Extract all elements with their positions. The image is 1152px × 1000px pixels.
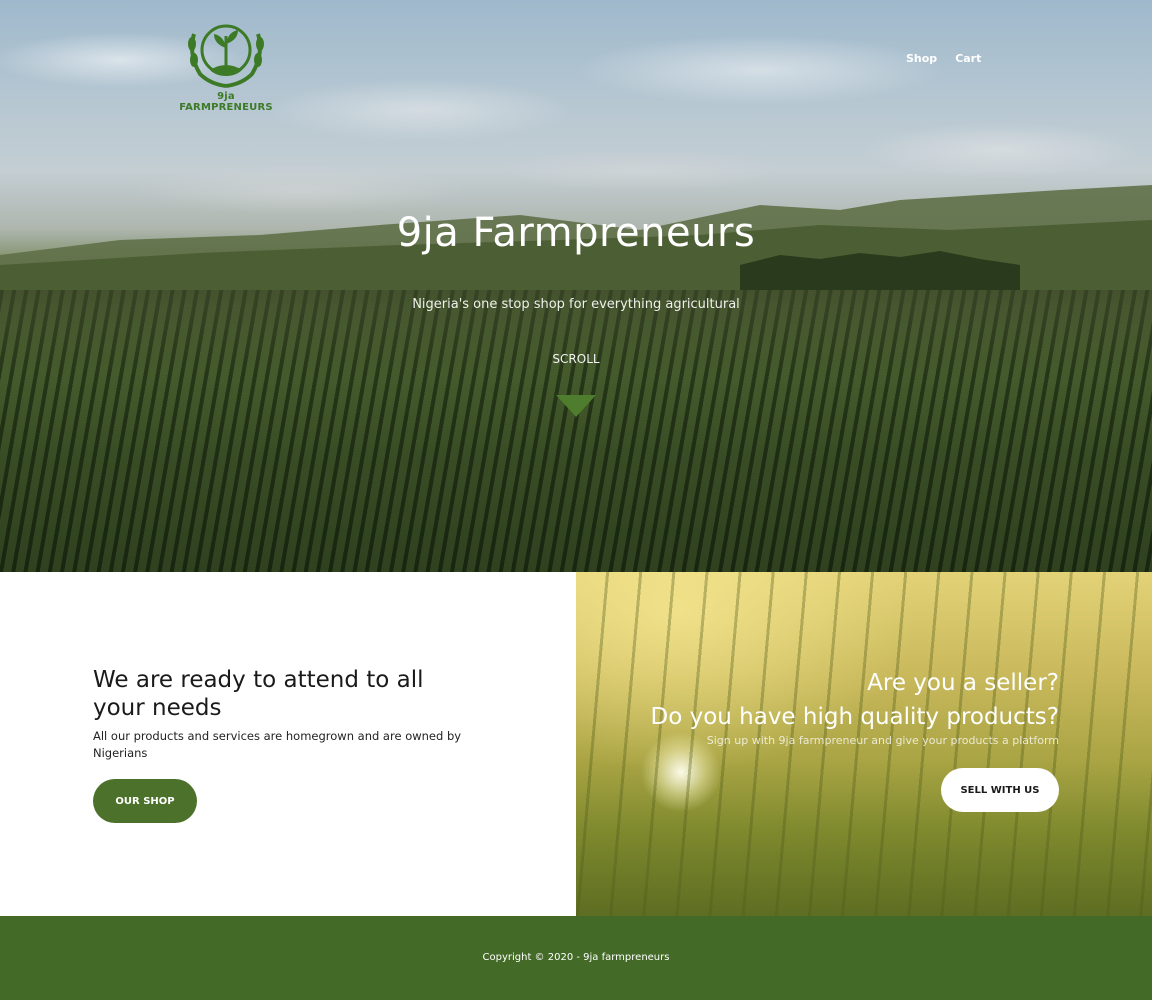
hero-subtitle: Nigeria's one stop shop for everything a… [412, 297, 740, 312]
hero-section: 9ja FARMPRENEURS Shop Cart 9ja Farmprene… [0, 0, 1152, 572]
logo-text: 9ja FARMPRENEURS [179, 91, 273, 113]
seller-heading-line1: Are you a seller? [867, 670, 1059, 696]
seller-heading: Are you a seller? Do you have high quali… [639, 666, 1059, 734]
buyer-heading: We are ready to attend to all your needs [93, 667, 424, 721]
triangle-down-icon[interactable] [556, 395, 596, 417]
buyer-section: We are ready to attend to all your needs… [0, 572, 576, 916]
nav-item-shop[interactable]: Shop [906, 52, 937, 65]
main-nav: Shop Cart [906, 52, 981, 65]
copyright-text: Copyright © 2020 - 9ja farmpreneurs [482, 952, 670, 963]
sell-with-us-button[interactable]: SELL WITH US [941, 768, 1059, 812]
sprout-wreath-icon [188, 24, 264, 88]
seller-section: Are you a seller? Do you have high quali… [576, 572, 1152, 916]
buyer-body-text: All our products and services are homegr… [93, 729, 462, 760]
nav-item-cart[interactable]: Cart [955, 52, 981, 65]
footer: Copyright © 2020 - 9ja farmpreneurs [0, 916, 1152, 1000]
hero-title: 9ja Farmpreneurs [396, 210, 756, 256]
seller-body-text: Sign up with 9ja farmpreneur and give yo… [706, 734, 1059, 747]
seller-heading-line2: Do you have high quality products? [650, 704, 1059, 730]
scroll-label[interactable]: SCROLL [0, 352, 1152, 366]
brand-logo[interactable]: 9ja FARMPRENEURS [170, 14, 282, 113]
our-shop-button[interactable]: OUR SHOP [93, 779, 197, 823]
